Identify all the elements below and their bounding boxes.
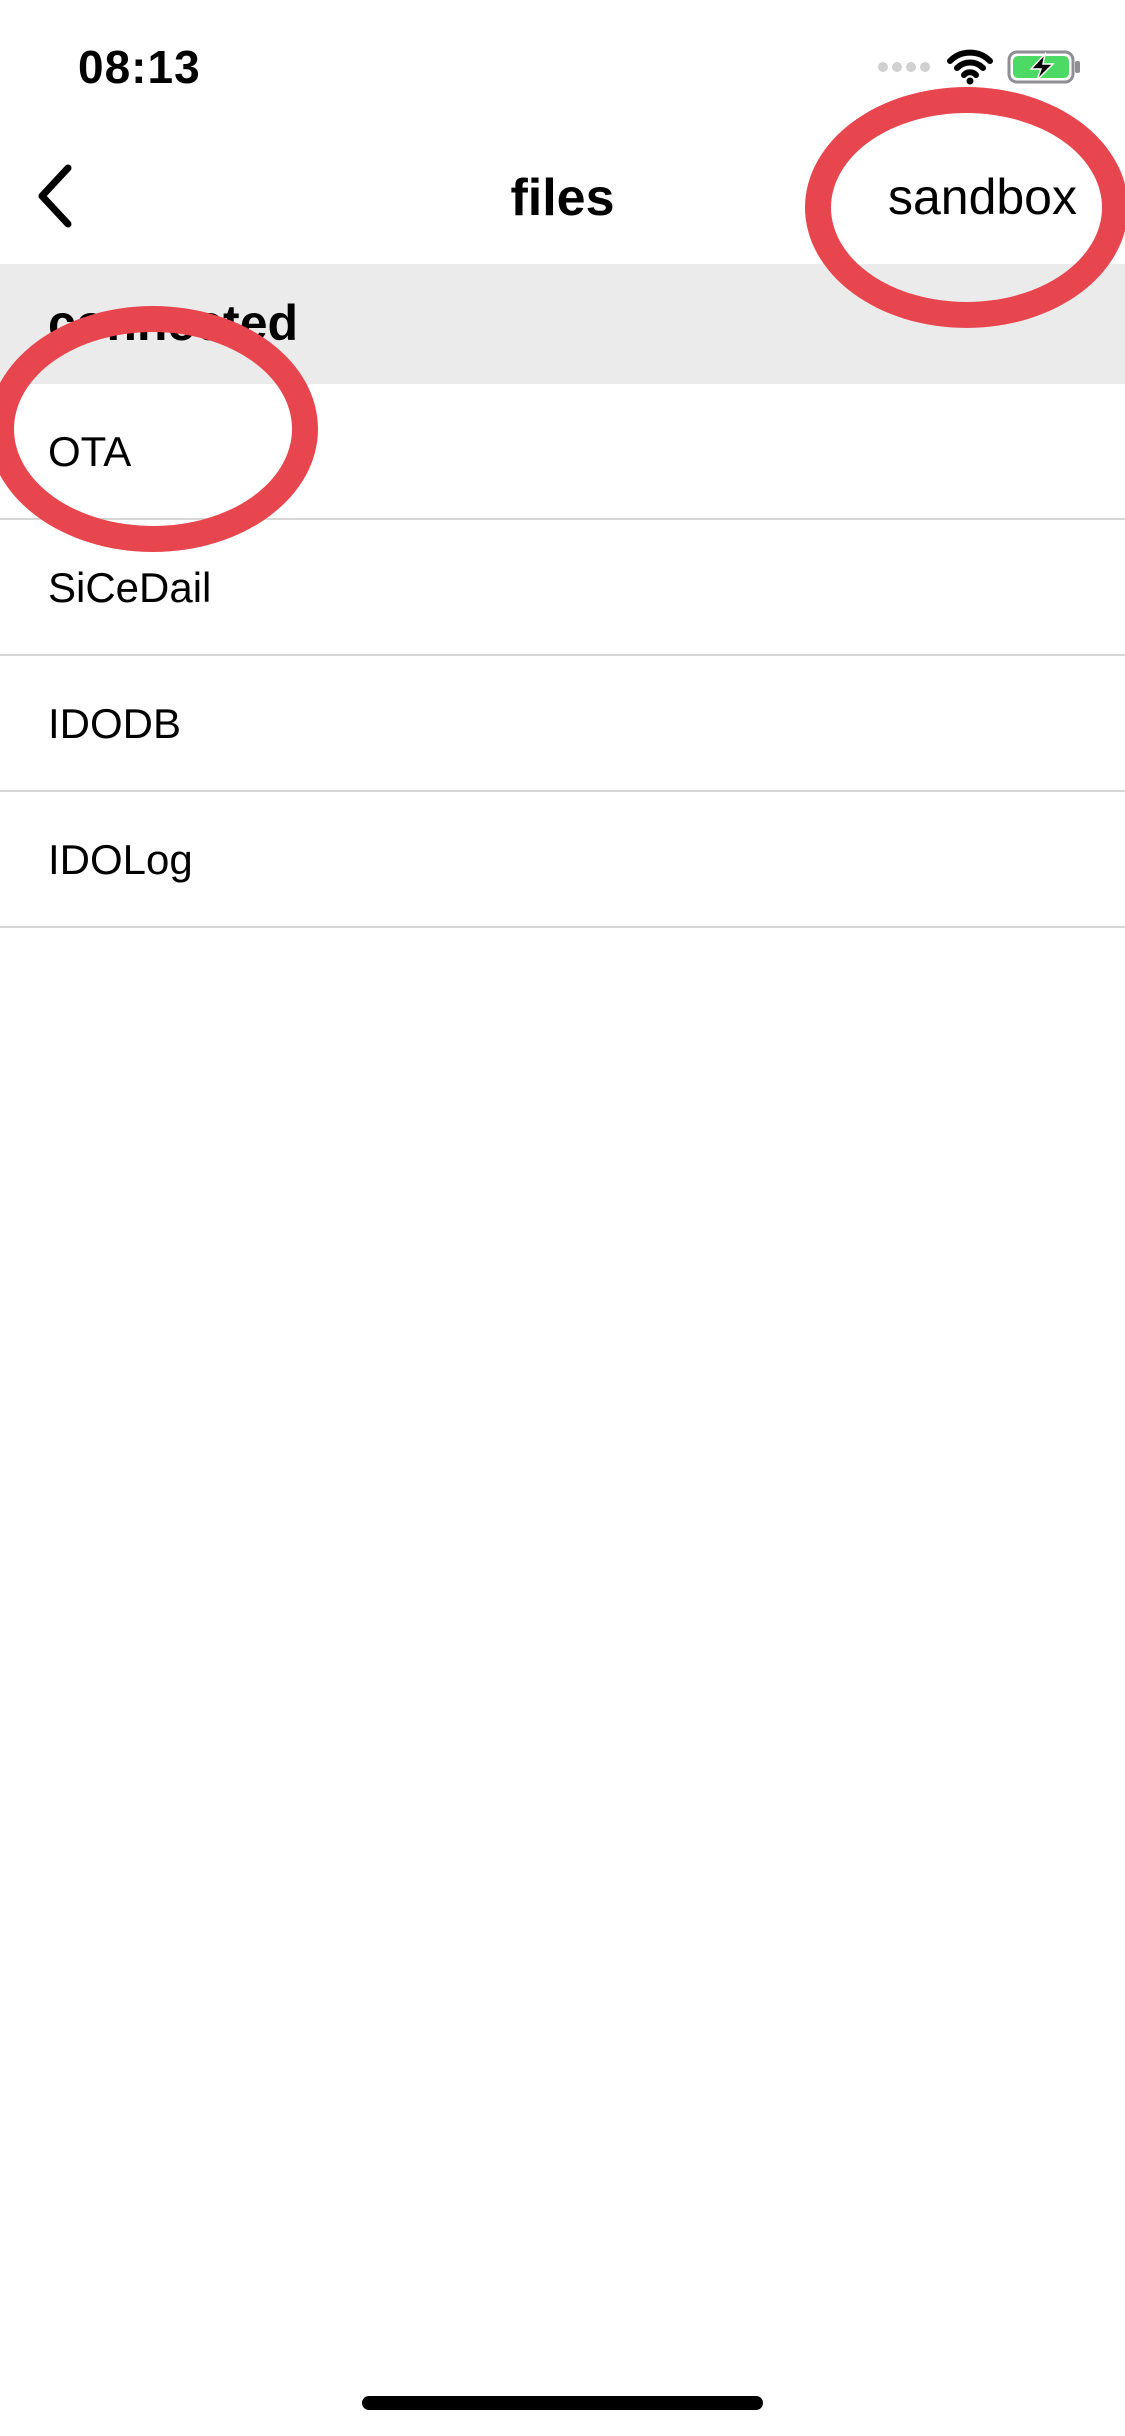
status-icons [877, 48, 1083, 90]
list-item-idodb[interactable]: IDODB [0, 656, 1125, 792]
battery-charging-icon [1007, 49, 1083, 90]
list-item-label: IDOLog [48, 836, 193, 883]
home-indicator [362, 2396, 763, 2410]
list-item-label: SiCeDail [48, 564, 212, 611]
list-item-label: OTA [48, 428, 132, 475]
list-item-idolog[interactable]: IDOLog [0, 792, 1125, 928]
section-header: connected [0, 264, 1125, 384]
navigation-bar: files sandbox [0, 132, 1125, 264]
file-list: OTA SiCeDail IDODB IDOLog [0, 384, 1125, 928]
sandbox-button[interactable]: sandbox [888, 168, 1077, 226]
signal-dots-icon [877, 60, 933, 78]
list-item-sicedail[interactable]: SiCeDail [0, 520, 1125, 656]
status-time: 08:13 [78, 41, 201, 93]
wifi-icon [947, 49, 993, 90]
status-bar: 08:13 [0, 0, 1125, 132]
list-item-ota[interactable]: OTA [0, 384, 1125, 520]
list-item-label: IDODB [48, 700, 182, 747]
section-header-label: connected [48, 295, 299, 351]
